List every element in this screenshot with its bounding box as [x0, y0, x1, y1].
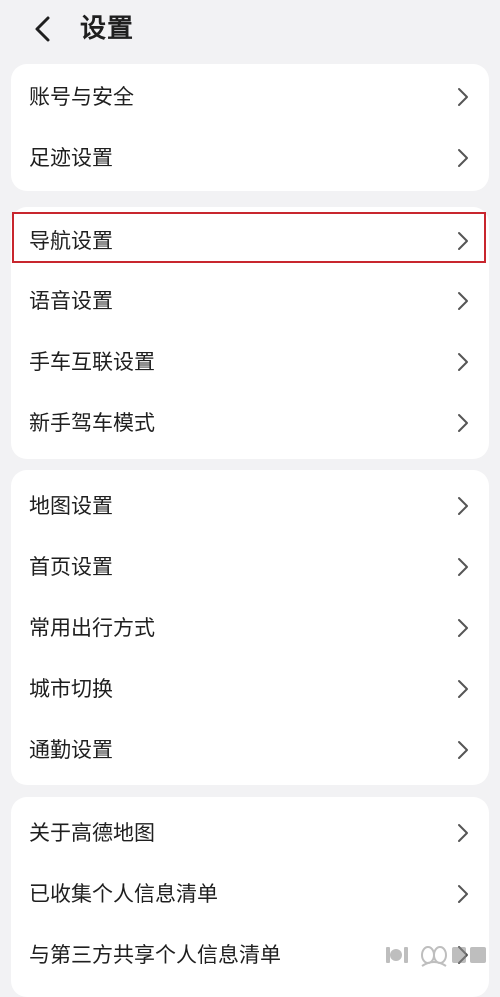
settings-item-voice[interactable]: 语音设置 — [11, 270, 489, 331]
settings-item-label: 常用出行方式 — [29, 615, 155, 640]
settings-item-city-switch[interactable]: 城市切换 — [11, 658, 489, 719]
watermark-logo — [386, 946, 486, 967]
page-title: 设置 — [80, 14, 135, 44]
settings-item-label: 账号与安全 — [29, 84, 134, 109]
settings-item-navigation[interactable]: 导航设置 — [11, 210, 489, 271]
settings-group-navigation: 导航设置 语音设置 手车互联设置 新手驾车模式 — [11, 207, 489, 459]
settings-item-phone-car-link[interactable]: 手车互联设置 — [11, 331, 489, 392]
settings-item-homepage[interactable]: 首页设置 — [11, 536, 489, 597]
settings-item-label: 与第三方共享个人信息清单 — [29, 942, 281, 967]
chevron-right-icon — [457, 352, 469, 372]
back-button[interactable] — [30, 15, 56, 43]
settings-item-about[interactable]: 关于高德地图 — [11, 802, 489, 863]
settings-item-collected-info[interactable]: 已收集个人信息清单 — [11, 863, 489, 924]
settings-item-label: 首页设置 — [29, 554, 113, 579]
settings-item-map[interactable]: 地图设置 — [11, 475, 489, 536]
settings-group-map: 地图设置 首页设置 常用出行方式 城市切换 通勤设置 — [11, 470, 489, 785]
settings-item-label: 手车互联设置 — [29, 349, 155, 374]
app-header: 设置 — [0, 0, 500, 58]
settings-item-travel-mode[interactable]: 常用出行方式 — [11, 597, 489, 658]
chevron-right-icon — [457, 87, 469, 107]
settings-item-commute[interactable]: 通勤设置 — [11, 719, 489, 780]
settings-item-label: 关于高德地图 — [29, 820, 155, 845]
chevron-right-icon — [457, 413, 469, 433]
settings-item-label: 通勤设置 — [29, 737, 113, 762]
chevron-right-icon — [457, 496, 469, 516]
chevron-right-icon — [457, 618, 469, 638]
settings-group-account: 账号与安全 足迹设置 — [11, 64, 489, 191]
settings-item-account-security[interactable]: 账号与安全 — [11, 66, 489, 127]
settings-item-label: 已收集个人信息清单 — [29, 881, 218, 906]
settings-item-label: 新手驾车模式 — [29, 410, 155, 435]
settings-item-footprint[interactable]: 足迹设置 — [11, 127, 489, 188]
chevron-right-icon — [457, 291, 469, 311]
settings-item-label: 足迹设置 — [29, 145, 113, 170]
chevron-right-icon — [457, 884, 469, 904]
chevron-right-icon — [457, 823, 469, 843]
chevron-right-icon — [457, 740, 469, 760]
settings-item-label: 语音设置 — [29, 288, 113, 313]
chevron-left-icon — [35, 16, 50, 42]
chevron-right-icon — [457, 148, 469, 168]
settings-item-novice-driving[interactable]: 新手驾车模式 — [11, 392, 489, 453]
chevron-right-icon — [457, 231, 469, 251]
chevron-right-icon — [457, 557, 469, 577]
settings-item-label: 地图设置 — [29, 493, 113, 518]
settings-item-label: 导航设置 — [29, 228, 113, 253]
settings-item-label: 城市切换 — [29, 676, 113, 701]
chevron-right-icon — [457, 679, 469, 699]
